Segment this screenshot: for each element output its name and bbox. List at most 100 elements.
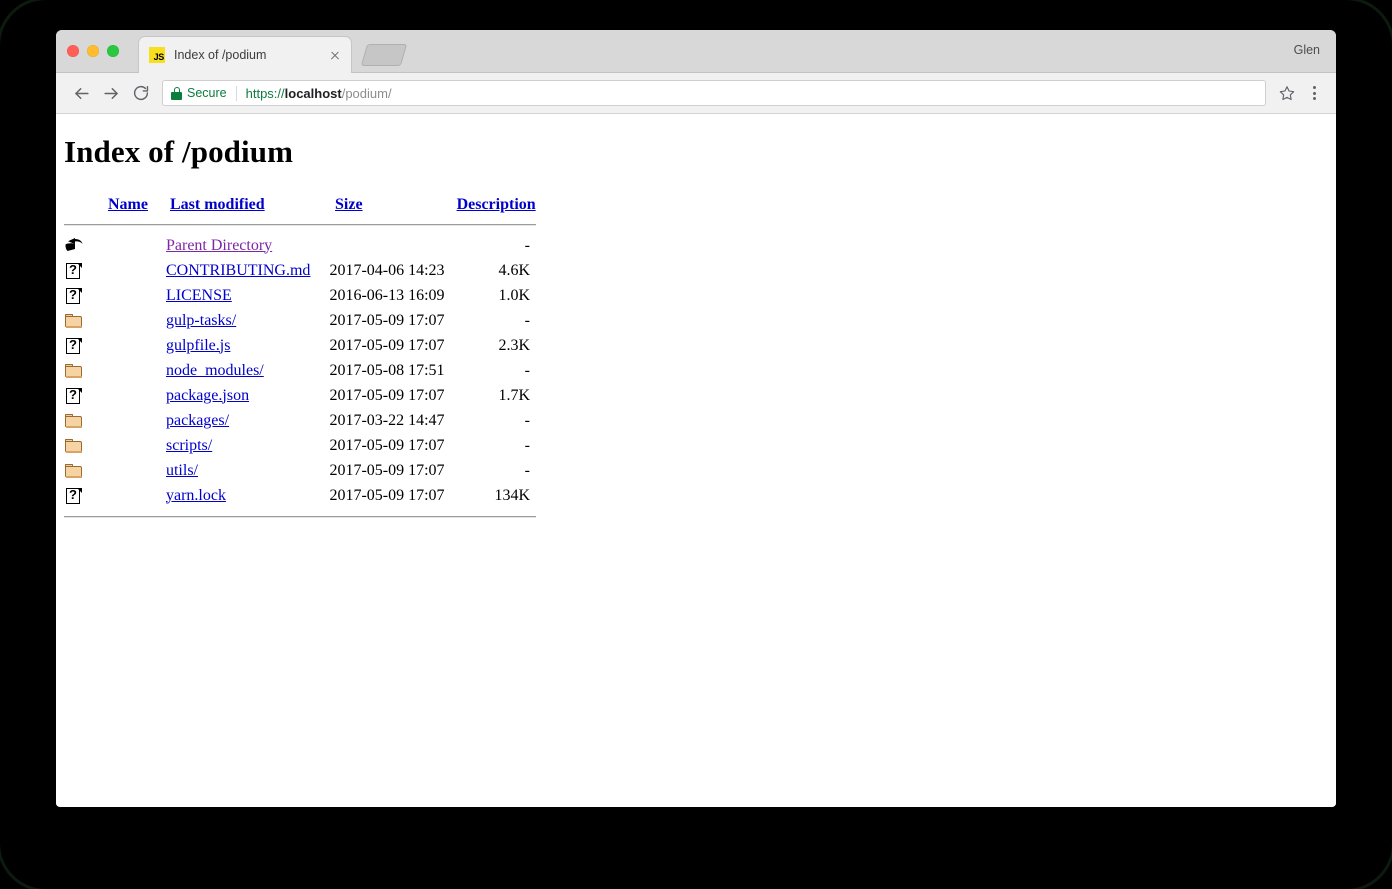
file-link[interactable]: gulp-tasks/ bbox=[166, 312, 236, 329]
row-modified-cell: 2017-05-09 17:07 bbox=[329, 461, 445, 479]
maximize-window-button[interactable] bbox=[107, 45, 119, 57]
row-icon-cell: ? bbox=[64, 258, 166, 283]
row-size-cell: 1.7K bbox=[498, 386, 530, 404]
row-size-cell: 134K bbox=[494, 486, 530, 504]
row-icon-cell bbox=[64, 433, 166, 458]
back-button[interactable] bbox=[66, 78, 96, 108]
row-size-cell: 1.0K bbox=[498, 286, 530, 304]
tab-strip: JS Index of /podium Glen bbox=[56, 30, 1336, 73]
close-window-button[interactable] bbox=[67, 45, 79, 57]
file-link[interactable]: utils/ bbox=[166, 462, 198, 479]
browser-tab-title: Index of /podium bbox=[174, 48, 267, 62]
row-size-cell: - bbox=[524, 311, 530, 329]
row-modified-cell: 2017-05-09 17:07 bbox=[329, 436, 445, 454]
table-row: gulp-tasks/2017-05-09 17:07 - bbox=[64, 308, 536, 333]
column-header-size: Size bbox=[329, 196, 451, 220]
column-header-last-modified: Last modified bbox=[166, 196, 329, 220]
folder-icon bbox=[64, 310, 84, 332]
row-name-cell: node_modules/ bbox=[166, 358, 329, 383]
row-name-cell: CONTRIBUTING.md bbox=[166, 258, 329, 283]
file-link[interactable]: yarn.lock bbox=[166, 487, 226, 504]
sort-by-name-link[interactable]: Name bbox=[108, 196, 148, 213]
row-icon-cell bbox=[64, 308, 166, 333]
close-tab-icon[interactable] bbox=[327, 47, 343, 63]
row-size-cell: 2.3K bbox=[498, 336, 530, 354]
row-size-cell: - bbox=[524, 411, 530, 429]
column-header-name: Name bbox=[64, 196, 166, 220]
unknown-file-icon: ? bbox=[64, 385, 84, 407]
lock-icon bbox=[171, 86, 182, 100]
folder-icon bbox=[64, 360, 84, 382]
page-content: Index of /podium Name Last modified Size bbox=[56, 114, 1336, 806]
chrome-menu-icon[interactable] bbox=[1302, 80, 1326, 106]
file-link[interactable]: package.json bbox=[166, 387, 249, 404]
row-name-cell: yarn.lock bbox=[166, 483, 329, 508]
header-divider bbox=[64, 224, 536, 226]
row-name-cell: gulpfile.js bbox=[166, 333, 329, 358]
file-link[interactable]: gulpfile.js bbox=[166, 337, 230, 354]
file-link[interactable]: LICENSE bbox=[166, 287, 232, 304]
sort-by-description-link[interactable]: Description bbox=[457, 196, 536, 213]
security-status-label: Secure bbox=[187, 86, 227, 100]
table-row: scripts/2017-05-09 17:07 - bbox=[64, 433, 536, 458]
folder-icon bbox=[64, 410, 84, 432]
row-icon-cell bbox=[64, 358, 166, 383]
row-icon-cell: ? bbox=[64, 483, 166, 508]
minimize-window-button[interactable] bbox=[87, 45, 99, 57]
row-icon-cell bbox=[64, 458, 166, 483]
new-tab-button[interactable] bbox=[360, 44, 408, 66]
directory-rows: Parent Directory -? CONTRIBUTING.md 2017-04… bbox=[64, 233, 536, 508]
unknown-file-icon: ? bbox=[64, 485, 84, 507]
file-link[interactable]: scripts/ bbox=[166, 437, 212, 454]
address-bar[interactable]: Secure https://localhost/podium/ bbox=[162, 80, 1266, 106]
row-name-cell: package.json bbox=[166, 383, 329, 408]
row-name-cell: LICENSE bbox=[166, 283, 329, 308]
forward-button[interactable] bbox=[96, 78, 126, 108]
row-icon-cell: ? bbox=[64, 333, 166, 358]
table-row: packages/2017-03-22 14:47 - bbox=[64, 408, 536, 433]
browser-tab-active[interactable]: JS Index of /podium bbox=[138, 36, 352, 73]
table-row: ? gulpfile.js 2017-05-09 17:07 2.3K bbox=[64, 333, 536, 358]
column-header-description: Description bbox=[451, 196, 536, 220]
folder-icon bbox=[64, 460, 84, 482]
url-path: /podium/ bbox=[341, 85, 392, 101]
row-name-cell: scripts/ bbox=[166, 433, 329, 458]
header-rule-row bbox=[64, 220, 536, 233]
row-icon-cell: ? bbox=[64, 283, 166, 308]
file-link[interactable]: CONTRIBUTING.md bbox=[166, 262, 310, 279]
row-name-cell: gulp-tasks/ bbox=[166, 308, 329, 333]
table-row: Parent Directory - bbox=[64, 233, 536, 258]
row-name-cell: packages/ bbox=[166, 408, 329, 433]
row-size-cell: - bbox=[524, 436, 530, 454]
footer-rule-row bbox=[64, 508, 536, 518]
row-icon-cell bbox=[64, 408, 166, 433]
table-header-row: Name Last modified Size Description bbox=[64, 196, 536, 220]
file-link[interactable]: Parent Directory bbox=[166, 237, 272, 254]
file-link[interactable]: packages/ bbox=[166, 412, 229, 429]
row-icon-cell bbox=[64, 233, 166, 258]
sort-by-modified-link[interactable]: Last modified bbox=[170, 196, 265, 213]
row-icon-cell: ? bbox=[64, 383, 166, 408]
row-modified-cell: 2017-05-09 17:07 bbox=[329, 386, 445, 404]
table-row: utils/2017-05-09 17:07 - bbox=[64, 458, 536, 483]
page-title: Index of /podium bbox=[64, 134, 293, 169]
row-name-cell: Parent Directory bbox=[166, 233, 329, 258]
device-bezel: JS Index of /podium Glen Secure https://… bbox=[0, 0, 1392, 889]
file-link[interactable]: node_modules/ bbox=[166, 362, 264, 379]
browser-toolbar: Secure https://localhost/podium/ bbox=[56, 73, 1336, 114]
row-modified-cell: 2017-04-06 14:23 bbox=[329, 261, 445, 279]
profile-name-label[interactable]: Glen bbox=[1294, 43, 1320, 57]
sort-by-size-link[interactable]: Size bbox=[335, 196, 363, 213]
row-size-cell: - bbox=[524, 236, 530, 254]
unknown-file-icon: ? bbox=[64, 260, 84, 282]
reload-button[interactable] bbox=[126, 78, 156, 108]
row-name-cell: utils/ bbox=[166, 458, 329, 483]
row-size-cell: - bbox=[524, 361, 530, 379]
row-modified-cell: 2017-05-08 17:51 bbox=[329, 361, 445, 379]
table-row: ? CONTRIBUTING.md 2017-04-06 14:23 4.6K bbox=[64, 258, 536, 283]
url-host: localhost bbox=[284, 85, 342, 101]
omnibox-divider bbox=[235, 85, 237, 101]
bookmark-star-icon[interactable] bbox=[1274, 80, 1300, 106]
url-scheme: https:// bbox=[245, 85, 285, 101]
row-modified-cell: 2017-05-09 17:07 bbox=[329, 336, 445, 354]
